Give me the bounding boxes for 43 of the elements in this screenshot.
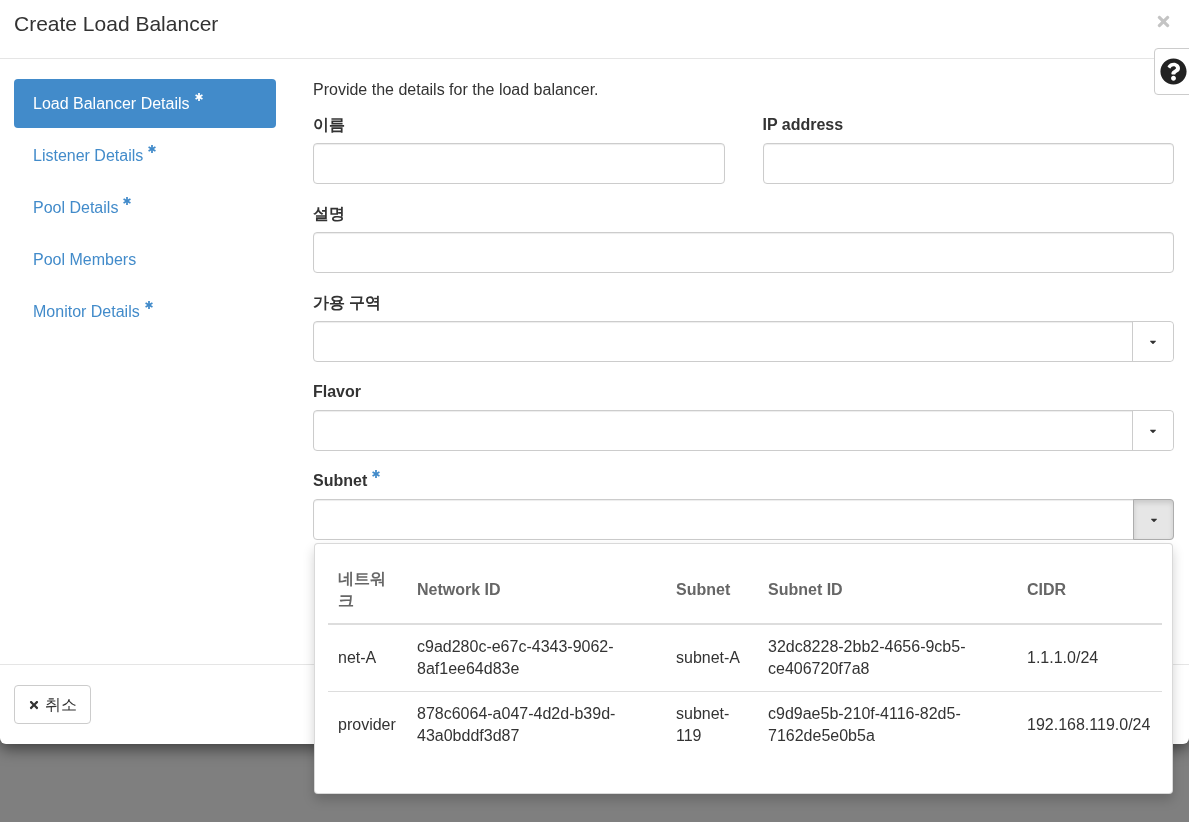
select-field[interactable] bbox=[313, 321, 1174, 362]
step-tab[interactable]: Load Balancer Details bbox=[14, 79, 276, 128]
close-icon bbox=[28, 698, 40, 711]
column-header: CIDR bbox=[1027, 580, 1068, 600]
form-description: Provide the details for the load balancer. bbox=[313, 80, 600, 100]
dropdown-toggle[interactable] bbox=[1132, 322, 1173, 361]
field-label: Subnet bbox=[313, 471, 368, 491]
column-header: 네트워크 bbox=[338, 569, 387, 611]
table-cell[interactable]: 1.1.1.0/24 bbox=[1027, 647, 1152, 669]
field-label: IP address bbox=[762, 115, 844, 135]
field-label: 가용 구역 bbox=[313, 293, 382, 313]
dropdown-toggle[interactable] bbox=[1133, 499, 1174, 540]
text-input[interactable] bbox=[762, 143, 1174, 184]
table-cell[interactable]: net-A bbox=[338, 647, 397, 669]
table-cell[interactable]: 32dc8228-2bb2-4656-9cb5-ce406720f7a8 bbox=[768, 636, 1007, 680]
step-tab[interactable]: Pool Members bbox=[14, 235, 276, 284]
dropdown-toggle[interactable] bbox=[1132, 411, 1173, 450]
table-cell[interactable]: provider bbox=[338, 714, 397, 736]
table-cell[interactable]: subnet-119 bbox=[676, 703, 748, 747]
select-field[interactable] bbox=[313, 499, 1174, 540]
field-label: Flavor bbox=[313, 382, 361, 402]
text-input[interactable] bbox=[313, 232, 1174, 273]
table-cell[interactable]: c9d9ae5b-210f-4116-82d5-7162de5e0b5a bbox=[768, 703, 1007, 747]
table-cell[interactable]: 878c6064-a047-4d2d-b39d-43a0bddf3d87 bbox=[417, 703, 656, 747]
text-input[interactable] bbox=[313, 143, 725, 184]
table-cell[interactable]: c9ad280c-e67c-4343-9062-8af1ee64d83e bbox=[417, 636, 656, 680]
modal-title: Create Load Balancer bbox=[14, 11, 219, 37]
column-header: Subnet ID bbox=[768, 580, 844, 600]
column-header: Subnet bbox=[676, 580, 732, 600]
step-tab[interactable]: Pool Details bbox=[14, 183, 276, 232]
step-tab[interactable]: Monitor Details bbox=[14, 287, 276, 336]
close-button[interactable] bbox=[1155, 13, 1172, 30]
field-label: 이름 bbox=[313, 115, 345, 135]
select-field[interactable] bbox=[313, 410, 1174, 451]
field-label: 설명 bbox=[313, 204, 345, 224]
table-cell[interactable]: subnet-A bbox=[676, 647, 748, 669]
help-button[interactable] bbox=[1154, 48, 1189, 95]
table-cell[interactable]: 192.168.119.0/24 bbox=[1027, 714, 1152, 736]
close-icon bbox=[1155, 13, 1172, 30]
column-header: Network ID bbox=[417, 580, 502, 600]
step-tab[interactable]: Listener Details bbox=[14, 131, 276, 180]
help-icon bbox=[1160, 58, 1187, 85]
cancel-button[interactable]: 취소 bbox=[14, 685, 91, 724]
